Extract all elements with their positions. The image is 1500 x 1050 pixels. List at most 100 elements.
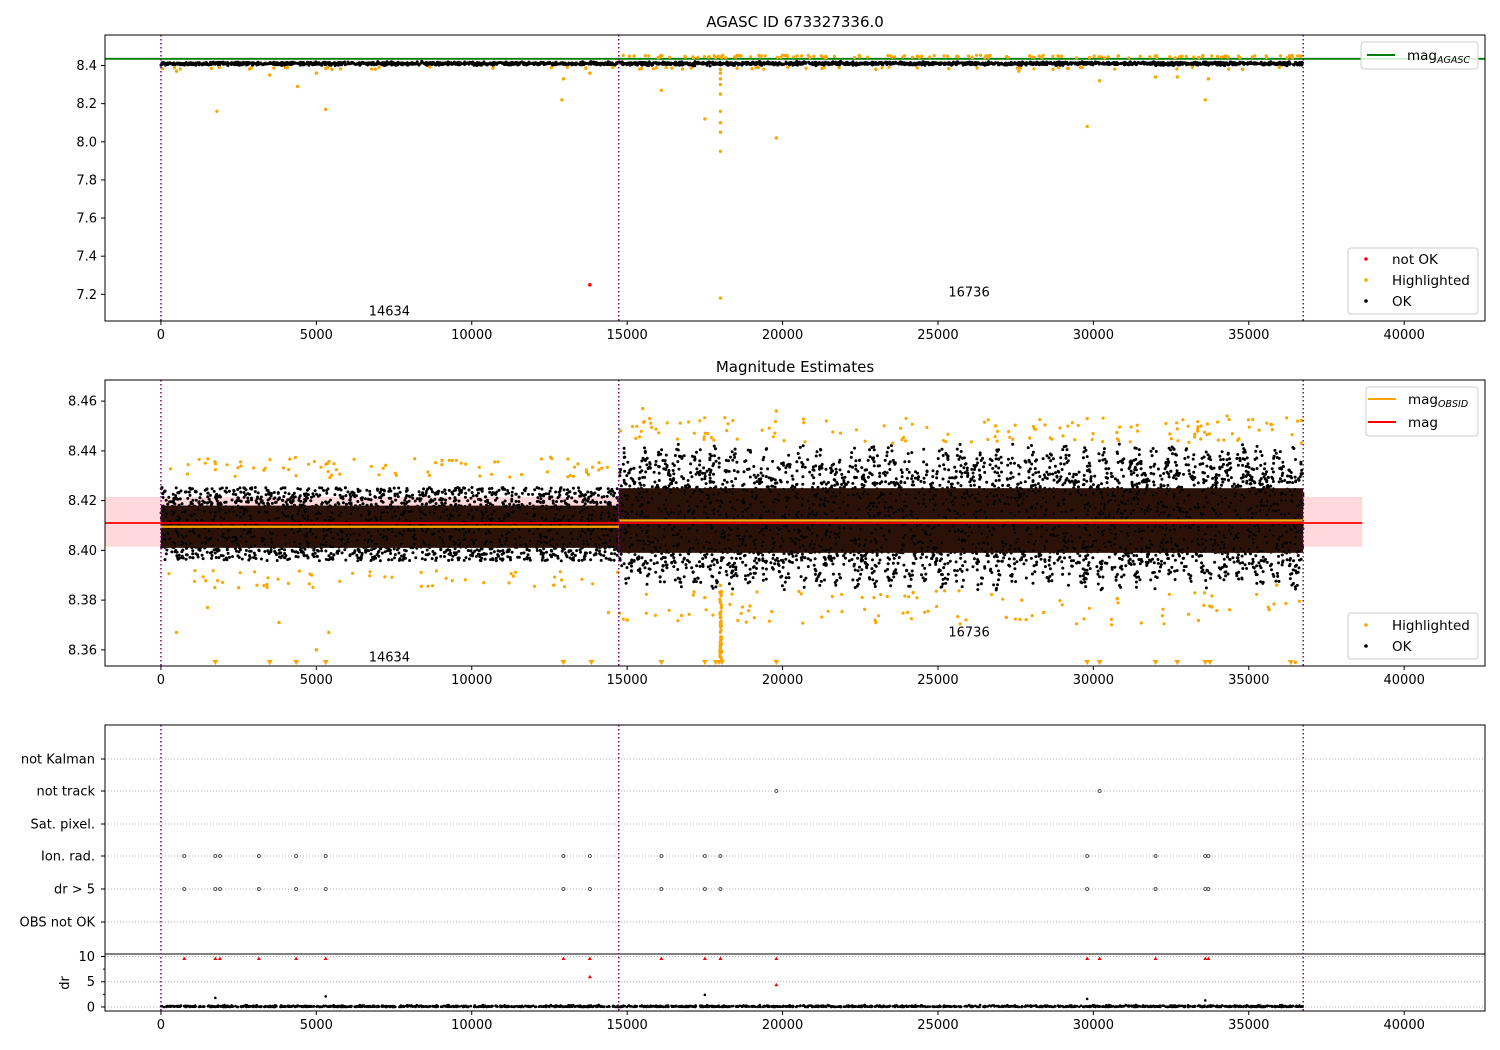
ok-point [930,61,934,65]
ok-point [163,558,167,562]
ok-point [349,495,353,499]
highlighted-point [970,56,974,60]
ok-point [1109,62,1113,66]
ok-point [554,490,558,494]
ok-point [425,502,429,506]
not-ok-point [588,282,592,287]
ok-point [635,61,639,65]
ok-point [197,63,201,67]
ok-point [389,552,393,555]
highlighted-point [272,66,276,70]
ok-point [599,553,603,557]
ok-point [551,63,555,67]
ok-point [383,489,386,493]
highlighted-point [339,67,343,71]
ok-point [363,549,367,552]
ok-point [1076,63,1080,67]
ok-point [527,549,531,552]
ok-point [466,499,470,503]
ok-point [582,493,586,497]
ok-point [176,557,180,561]
ok-point [227,489,231,493]
ok-point [542,493,546,496]
ok-point [363,497,367,501]
ok-point [1193,62,1197,66]
ok-point [1272,61,1276,65]
ok-point [272,60,276,64]
agasc-legends: magAGASCnot OKHighlightedOK [1347,41,1479,315]
ok-point [479,559,483,563]
ok-point [494,498,497,502]
ok-point [558,62,562,66]
y-tick-label: 8.4 [76,59,97,74]
ok-point [369,559,373,562]
highlighted-point [1197,56,1201,60]
ok-point [380,551,384,555]
ok-point [170,550,174,554]
ok-point [429,487,433,491]
highlighted-point [739,54,743,58]
ok-point [721,62,725,66]
highlighted-point [1087,55,1091,60]
ok-point [1025,61,1029,65]
ok-point [393,492,397,496]
obsid-label: 16736 [948,285,989,300]
ok-point [598,62,602,66]
highlighted-point [1097,55,1101,59]
ok-point [964,62,968,66]
highlighted-point [779,55,783,60]
ok-point [417,497,421,501]
ok-point [566,488,569,492]
agasc-plot-frame [104,34,1486,322]
highlighted-points [161,53,1303,300]
ok-point [491,558,495,562]
ok-point [523,62,527,65]
ok-point [602,554,606,558]
ok-point [955,60,959,64]
ok-point [302,554,306,558]
highlighted-point [651,67,656,71]
ok-point [772,62,776,66]
ok-point [666,62,670,66]
magnitude-panel-title: Magnitude Estimates [716,358,874,376]
ok-point [734,61,737,65]
highlighted-point [1180,54,1184,58]
ok-point [212,489,216,493]
ok-point [370,548,373,552]
ok-point [1204,60,1208,64]
ok-point [491,61,495,64]
ok-point [481,62,485,66]
ok-point [462,558,466,562]
ok-point [1154,64,1158,68]
highlighted-point [932,54,936,58]
ok-point [442,550,446,554]
ok-point [474,554,478,558]
ok-point [542,500,546,504]
ok-point [205,63,209,66]
ok-point [194,498,198,502]
ok-point [270,501,274,505]
highlighted-point [1222,54,1227,59]
figure: AGASC ID 673327336.0 1463416736 7.27.47.… [20,13,1486,1033]
highlighted-point [916,54,920,58]
ok-point [180,550,184,554]
ok-point [377,61,381,65]
ok-point [355,553,359,557]
highlighted-point [660,54,664,58]
highlighted-point [1298,54,1302,58]
ok-point [167,495,171,499]
ok-point [163,489,167,493]
ok-point [535,62,539,66]
highlighted-point [820,55,824,59]
highlighted-point [1065,66,1069,70]
y-tick-label: 7.6 [76,212,97,227]
ok-point [613,552,617,556]
ok-point [1212,61,1216,64]
ok-point [440,61,444,65]
ok-point [191,487,194,491]
highlighted-point [756,66,761,70]
ok-point [468,60,472,64]
ok-point [599,501,603,504]
ok-point [381,500,385,504]
highlighted-point [928,55,932,59]
